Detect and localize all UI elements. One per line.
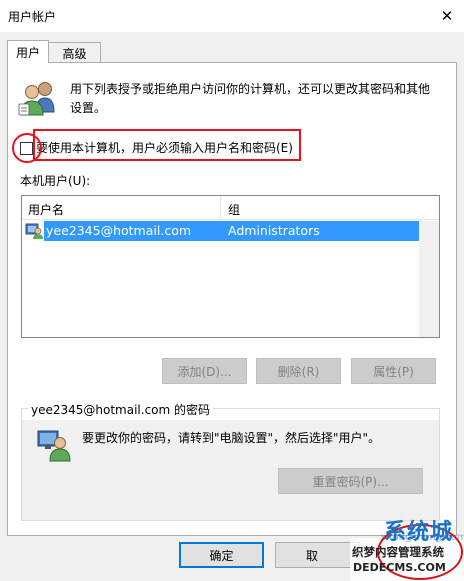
user-password-icon (37, 430, 71, 462)
remove-user-button[interactable]: 删除(R) (256, 358, 341, 384)
tab-users-label: 用户 (15, 45, 40, 60)
row-group: Administrators (228, 223, 320, 238)
require-login-checkbox[interactable] (20, 142, 33, 155)
local-users-label: 本机用户(U): (20, 174, 91, 188)
watermark-brand: 系统城 (384, 520, 454, 545)
close-button[interactable]: ✕ (430, 0, 464, 32)
ok-button[interactable]: 确定 (179, 542, 264, 568)
tab-advanced-label: 高级 (62, 46, 87, 61)
users-icon (18, 82, 55, 116)
tab-users[interactable]: 用户 (7, 40, 49, 63)
column-header-group[interactable]: 组 (228, 201, 240, 218)
tab-advanced[interactable]: 高级 (49, 42, 101, 63)
window-title: 用户帐户 (8, 10, 57, 24)
cancel-button[interactable]: 取 (275, 542, 360, 568)
column-header-username[interactable]: 用户名 (28, 201, 64, 218)
users-listview[interactable]: 用户名 组 yee2345@hotmail.com Administrators (21, 195, 440, 338)
watermark-url: DEDECMS.COM (353, 561, 446, 574)
listview-header: 用户名 组 (22, 196, 439, 220)
row-username: yee2345@hotmail.com (46, 223, 192, 238)
password-groupbox-title: yee2345@hotmail.com 的密码 (28, 401, 214, 418)
reset-password-button[interactable]: 重置密码(P)... (278, 468, 423, 494)
add-user-button[interactable]: 添加(D)... (162, 358, 247, 384)
title-bar: 用户帐户 (0, 0, 464, 32)
close-icon: ✕ (440, 7, 454, 25)
require-login-label[interactable]: 要使用本计算机，用户必须输入用户名和密码(E) (36, 139, 293, 156)
user-account-icon (25, 223, 43, 239)
table-row[interactable]: yee2345@hotmail.com Administrators (22, 221, 419, 241)
intro-text: 用下列表授予或拒绝用户访问你的计算机，还可以更改其密码和其他设置。 (70, 82, 431, 115)
properties-button[interactable]: 属性(P) (351, 358, 436, 384)
column-separator[interactable] (220, 196, 221, 220)
vertical-scrollbar[interactable] (419, 221, 439, 337)
watermark-name: 织梦内容管理系统 (352, 545, 444, 559)
password-change-instructions: 要更改你的密码，请转到"电脑设置"，然后选择"用户"。 (82, 431, 381, 445)
